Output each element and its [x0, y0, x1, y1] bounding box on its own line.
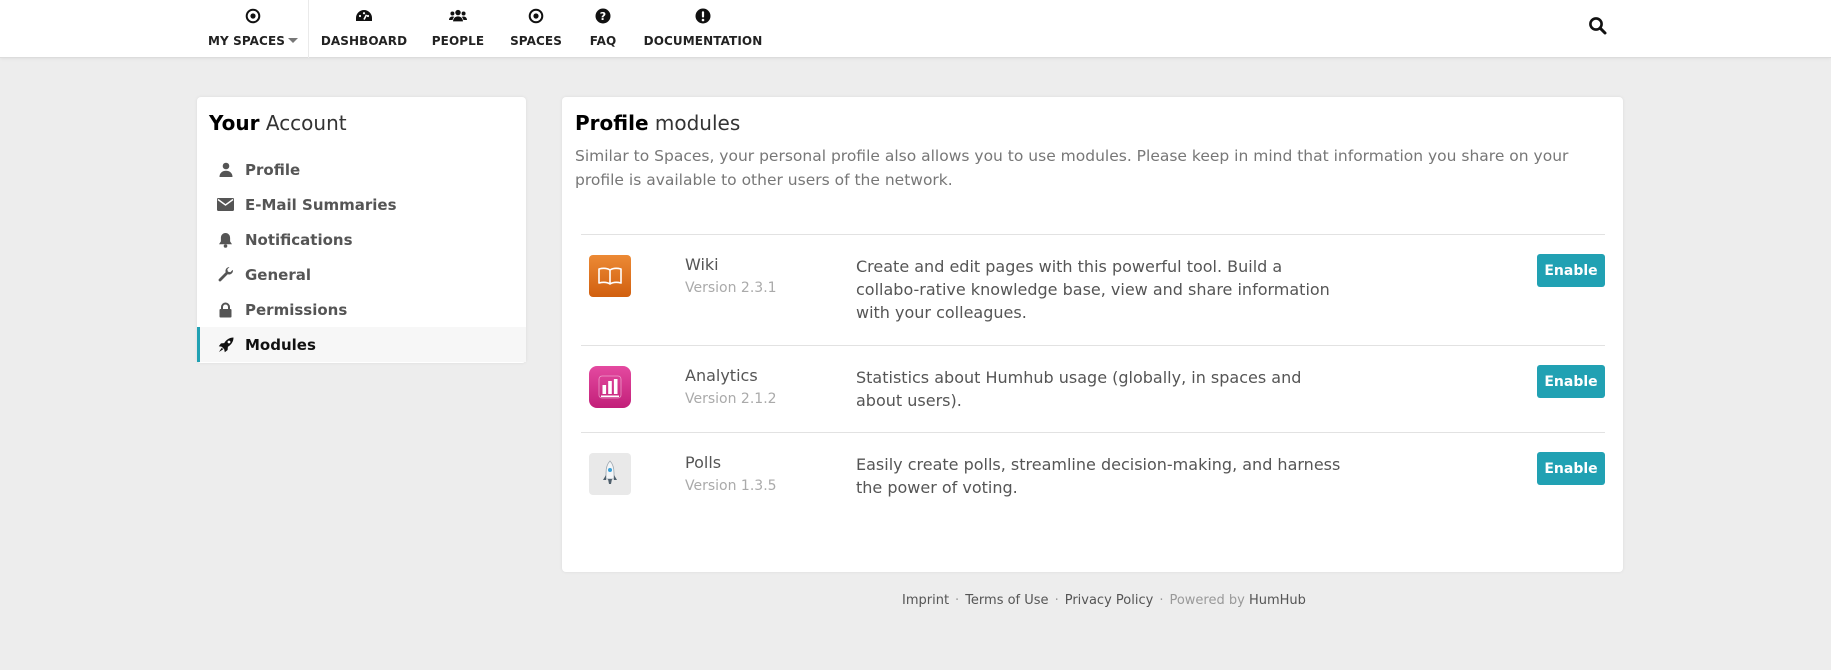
- lock-icon: [217, 301, 234, 318]
- user-icon: [217, 161, 234, 178]
- sidebar-item-notifications[interactable]: Notifications: [197, 222, 526, 257]
- module-name: Analytics: [685, 366, 758, 385]
- sidebar-item-label: E-Mail Summaries: [245, 196, 397, 214]
- sidebar-item-permissions[interactable]: Permissions: [197, 292, 526, 327]
- rocket-icon: [589, 453, 631, 495]
- module-description: Create and edit pages with this powerful…: [856, 257, 1330, 322]
- sidebar-item-label: Notifications: [245, 231, 353, 249]
- nav-dashboard[interactable]: DASHBOARD: [320, 0, 408, 58]
- nav-divider: [308, 0, 309, 58]
- bar-chart-icon: [589, 366, 631, 408]
- nav-people[interactable]: PEOPLE: [431, 0, 485, 58]
- module-version: Version 1.3.5: [685, 478, 777, 494]
- bell-icon: [217, 231, 234, 248]
- module-version: Version 2.3.1: [685, 280, 777, 296]
- nav-label: MY SPACES: [208, 34, 285, 48]
- nav-label: DOCUMENTATION: [643, 34, 763, 48]
- footer-link-terms[interactable]: Terms of Use: [965, 593, 1048, 608]
- question-circle-icon: ?: [594, 7, 612, 25]
- nav-label: PEOPLE: [431, 34, 485, 48]
- sidebar-item-label: Permissions: [245, 301, 348, 319]
- footer: Imprint · Terms of Use · Privacy Policy · Powe…: [902, 593, 1306, 608]
- module-list: Wiki Version 2.3.1 Create and edit pages…: [581, 234, 1605, 522]
- page-description: Similar to Spaces, your personal profile…: [575, 147, 1569, 189]
- dashboard-icon: [355, 7, 373, 25]
- book-icon: [589, 255, 631, 297]
- nav-my-spaces[interactable]: MY SPACES: [208, 0, 298, 58]
- profile-modules-panel: Profile modules Similar to Spaces, your …: [562, 97, 1623, 572]
- dot-circle-icon: [527, 7, 545, 25]
- sidebar-item-label: General: [245, 266, 311, 284]
- envelope-icon: [217, 196, 234, 213]
- sidebar-item-label: Modules: [245, 336, 316, 354]
- dot-circle-icon: [244, 7, 262, 25]
- nav-label: FAQ: [589, 34, 617, 48]
- footer-separator: ·: [1159, 593, 1164, 608]
- enable-analytics-button[interactable]: Enable: [1537, 365, 1605, 398]
- module-row-analytics: Analytics Version 2.1.2 Statistics about…: [581, 345, 1605, 432]
- module-version: Version 2.1.2: [685, 391, 777, 407]
- module-description: Easily create polls, streamline decision…: [856, 455, 1341, 497]
- sidebar-item-profile[interactable]: Profile: [197, 152, 526, 187]
- heading-rest: Account: [259, 111, 347, 135]
- exclamation-circle-icon: [694, 7, 712, 25]
- module-row-polls: Polls Version 1.3.5 Easily create polls,…: [581, 432, 1605, 522]
- nav-label: DASHBOARD: [320, 34, 408, 48]
- nav-documentation[interactable]: DOCUMENTATION: [644, 0, 762, 58]
- sidebar-item-email-summaries[interactable]: E-Mail Summaries: [197, 187, 526, 222]
- top-navigation-bar: MY SPACES DASHBOARD PEOPLE SPACES ? FAQ …: [0, 0, 1831, 58]
- nav-faq[interactable]: ? FAQ: [585, 0, 621, 58]
- search-icon[interactable]: [1588, 16, 1608, 36]
- module-description: Statistics about Humhub usage (globally,…: [856, 368, 1302, 410]
- powered-by-text: Powered by: [1169, 593, 1249, 608]
- page-title: Profile modules: [575, 111, 740, 135]
- humhub-link[interactable]: HumHub: [1249, 593, 1306, 608]
- sidebar-item-modules[interactable]: Modules: [197, 327, 526, 362]
- panel-heading: Your Account: [209, 111, 347, 135]
- module-name: Polls: [685, 453, 722, 472]
- account-menu: Profile E-Mail Summaries Notifications G…: [197, 152, 526, 362]
- nav-spaces[interactable]: SPACES: [510, 0, 562, 58]
- heading-bold: Your: [209, 111, 260, 135]
- caret-down-icon: [288, 38, 298, 43]
- users-icon: [449, 7, 467, 25]
- nav-label: SPACES: [510, 34, 562, 48]
- account-menu-panel: Your Account Profile E-Mail Summaries No…: [197, 97, 526, 363]
- enable-wiki-button[interactable]: Enable: [1537, 254, 1605, 287]
- footer-separator: ·: [1054, 593, 1059, 608]
- wrench-icon: [217, 266, 234, 283]
- module-name: Wiki: [685, 255, 719, 274]
- sidebar-item-label: Profile: [245, 161, 301, 179]
- module-row-wiki: Wiki Version 2.3.1 Create and edit pages…: [581, 234, 1605, 345]
- footer-link-imprint[interactable]: Imprint: [902, 593, 949, 608]
- enable-polls-button[interactable]: Enable: [1537, 452, 1605, 485]
- title-rest: modules: [648, 111, 741, 135]
- svg-text:?: ?: [600, 10, 606, 23]
- footer-separator: ·: [955, 593, 960, 608]
- sidebar-item-general[interactable]: General: [197, 257, 526, 292]
- title-bold: Profile: [575, 111, 649, 135]
- rocket-icon: [217, 336, 234, 353]
- footer-link-privacy[interactable]: Privacy Policy: [1065, 593, 1154, 608]
